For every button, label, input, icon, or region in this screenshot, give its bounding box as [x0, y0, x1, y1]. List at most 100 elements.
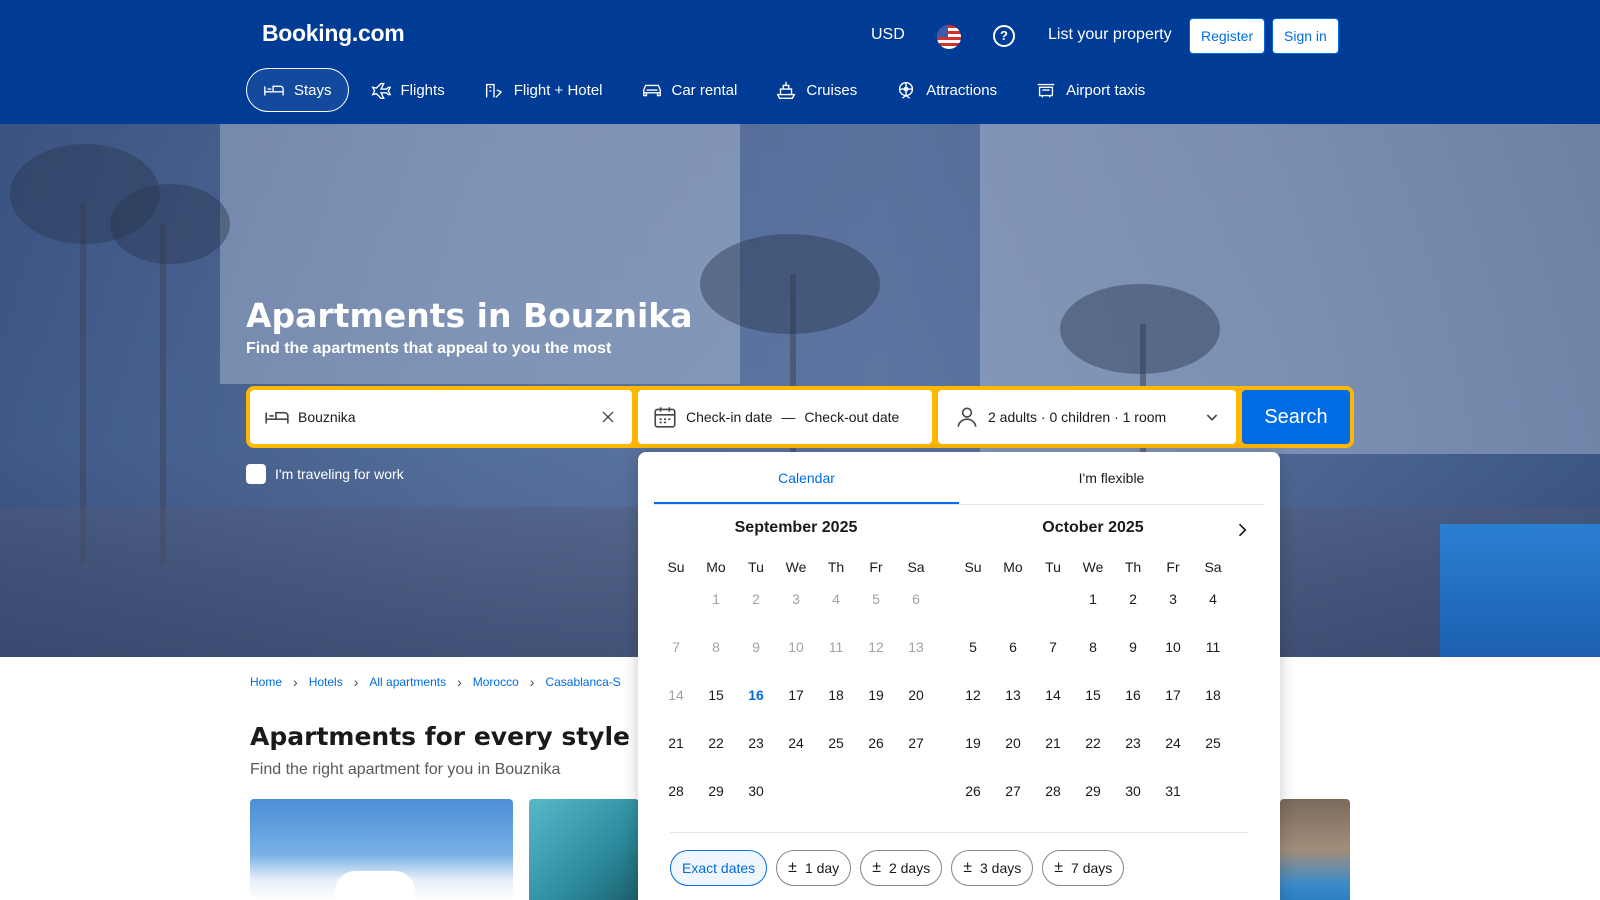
work-travel-checkbox[interactable]: I'm traveling for work [246, 464, 404, 484]
day-cell[interactable]: 25 [816, 731, 856, 779]
flex-chip[interactable]: ±7 days [1042, 850, 1125, 886]
day-cell-today[interactable]: 16 [736, 683, 776, 731]
checkbox-box[interactable] [246, 464, 266, 484]
flex-chip[interactable]: Exact dates [670, 850, 768, 886]
guests-field[interactable]: 2 adults · 0 children · 1 room [938, 390, 1236, 444]
sign-in-button[interactable]: Sign in [1272, 18, 1339, 54]
day-cell[interactable]: 1 [1073, 587, 1113, 635]
apartment-card-image[interactable] [1280, 799, 1350, 900]
flex-chip[interactable]: ±2 days [860, 850, 943, 886]
nav-attractions[interactable]: Attractions [878, 68, 1014, 112]
nav-stays[interactable]: Stays [246, 68, 349, 112]
day-cell[interactable]: 11 [1193, 635, 1233, 683]
nav-cruises[interactable]: Cruises [758, 68, 874, 112]
day-cell[interactable]: 18 [816, 683, 856, 731]
dates-field[interactable]: Check-in date — Check-out date [638, 390, 932, 444]
day-cell[interactable]: 26 [856, 731, 896, 779]
register-button[interactable]: Register [1189, 18, 1266, 54]
day-cell[interactable]: 17 [1153, 683, 1193, 731]
day-cell[interactable]: 28 [1033, 779, 1073, 827]
product-nav: Stays Flights Flight + Hotel Car rental … [246, 68, 1162, 112]
day-cell[interactable]: 31 [1153, 779, 1193, 827]
nav-flight-hotel-label: Flight + Hotel [513, 81, 603, 99]
day-cell[interactable]: 14 [1033, 683, 1073, 731]
day-cell[interactable]: 22 [696, 731, 736, 779]
day-cell[interactable]: 18 [1193, 683, 1233, 731]
list-property-link[interactable]: List your property [1048, 26, 1172, 44]
day-cell[interactable]: 24 [1153, 731, 1193, 779]
apartment-card-image[interactable] [529, 799, 639, 900]
day-cell[interactable]: 30 [736, 779, 776, 827]
day-cell[interactable]: 23 [736, 731, 776, 779]
day-cell[interactable]: 6 [993, 635, 1033, 683]
day-cell[interactable]: 21 [656, 731, 696, 779]
day-cell[interactable]: 27 [993, 779, 1033, 827]
flex-chip[interactable]: ±1 day [776, 850, 852, 886]
day-cell[interactable]: 12 [953, 683, 993, 731]
month-title: October 2025 [1042, 519, 1144, 536]
breadcrumb-all-apartments[interactable]: All apartments [369, 675, 446, 689]
day-cell[interactable]: 19 [856, 683, 896, 731]
day-cell[interactable]: 15 [696, 683, 736, 731]
day-cell[interactable]: 16 [1113, 683, 1153, 731]
currency-selector[interactable]: USD [871, 26, 905, 44]
search-button[interactable]: Search [1242, 390, 1350, 444]
day-cell[interactable]: 20 [896, 683, 936, 731]
destination-field[interactable] [250, 390, 632, 444]
day-cell[interactable]: 20 [993, 731, 1033, 779]
apartment-card-image[interactable] [250, 799, 513, 900]
day-cell[interactable]: 28 [656, 779, 696, 827]
day-cell[interactable]: 19 [953, 731, 993, 779]
day-cell: 4 [832, 591, 840, 607]
day-cell[interactable]: 30 [1113, 779, 1153, 827]
day-cell[interactable]: 7 [1033, 635, 1073, 683]
breadcrumb-chevron-icon: › [353, 674, 359, 690]
weekday-label: Th [827, 559, 845, 575]
nav-airport-taxis[interactable]: Airport taxis [1018, 68, 1162, 112]
hero-palm-top [700, 234, 880, 334]
nav-car-rental-label: Car rental [671, 81, 738, 99]
help-icon[interactable]: ? [993, 25, 1015, 47]
day-cell[interactable]: 9 [1113, 635, 1153, 683]
day-empty [993, 587, 1033, 635]
plus-minus-icon: ± [963, 859, 972, 876]
next-month-icon[interactable] [1232, 520, 1252, 540]
day-cell[interactable]: 3 [1153, 587, 1193, 635]
tab-flexible[interactable]: I'm flexible [959, 452, 1264, 504]
day-cell[interactable]: 4 [1193, 587, 1233, 635]
booking-logo[interactable]: Booking.com [262, 20, 405, 47]
day-cell[interactable]: 23 [1113, 731, 1153, 779]
day-cell[interactable]: 27 [896, 731, 936, 779]
day-cell[interactable]: 2 [1113, 587, 1153, 635]
day-cell[interactable]: 26 [953, 779, 993, 827]
day-cell[interactable]: 29 [696, 779, 736, 827]
breadcrumb-morocco[interactable]: Morocco [473, 675, 519, 689]
breadcrumb-hotels[interactable]: Hotels [309, 675, 343, 689]
day-cell[interactable]: 8 [1073, 635, 1113, 683]
flex-chip[interactable]: ±3 days [951, 850, 1034, 886]
destination-input[interactable] [298, 409, 588, 425]
nav-car-rental[interactable]: Car rental [624, 68, 755, 112]
day-cell[interactable]: 21 [1033, 731, 1073, 779]
day-cell[interactable]: 5 [953, 635, 993, 683]
day-cell[interactable]: 25 [1193, 731, 1233, 779]
day-cell[interactable]: 24 [776, 731, 816, 779]
flight-hotel-icon [485, 83, 502, 98]
us-flag-icon[interactable] [937, 25, 961, 49]
day-cell[interactable]: 13 [993, 683, 1033, 731]
weekday-label: Tu [1045, 559, 1061, 575]
nav-flights[interactable]: Flights [353, 68, 462, 112]
nav-flight-hotel[interactable]: Flight + Hotel [466, 68, 620, 112]
day-cell[interactable]: 17 [776, 683, 816, 731]
day-cell[interactable]: 15 [1073, 683, 1113, 731]
breadcrumb-region[interactable]: Casablanca-S [545, 675, 620, 689]
day-cell[interactable]: 10 [1153, 635, 1193, 683]
day-cell[interactable]: 22 [1073, 731, 1113, 779]
breadcrumb-home[interactable]: Home [250, 675, 282, 689]
date-picker-tabs: Calendar I'm flexible [654, 452, 1264, 505]
clear-icon[interactable] [598, 407, 618, 427]
day-cell: 7 [672, 639, 680, 655]
tab-calendar[interactable]: Calendar [654, 452, 959, 504]
date-picker-popup: Calendar I'm flexible September 2025 Su M… [638, 452, 1280, 900]
day-cell[interactable]: 29 [1073, 779, 1113, 827]
